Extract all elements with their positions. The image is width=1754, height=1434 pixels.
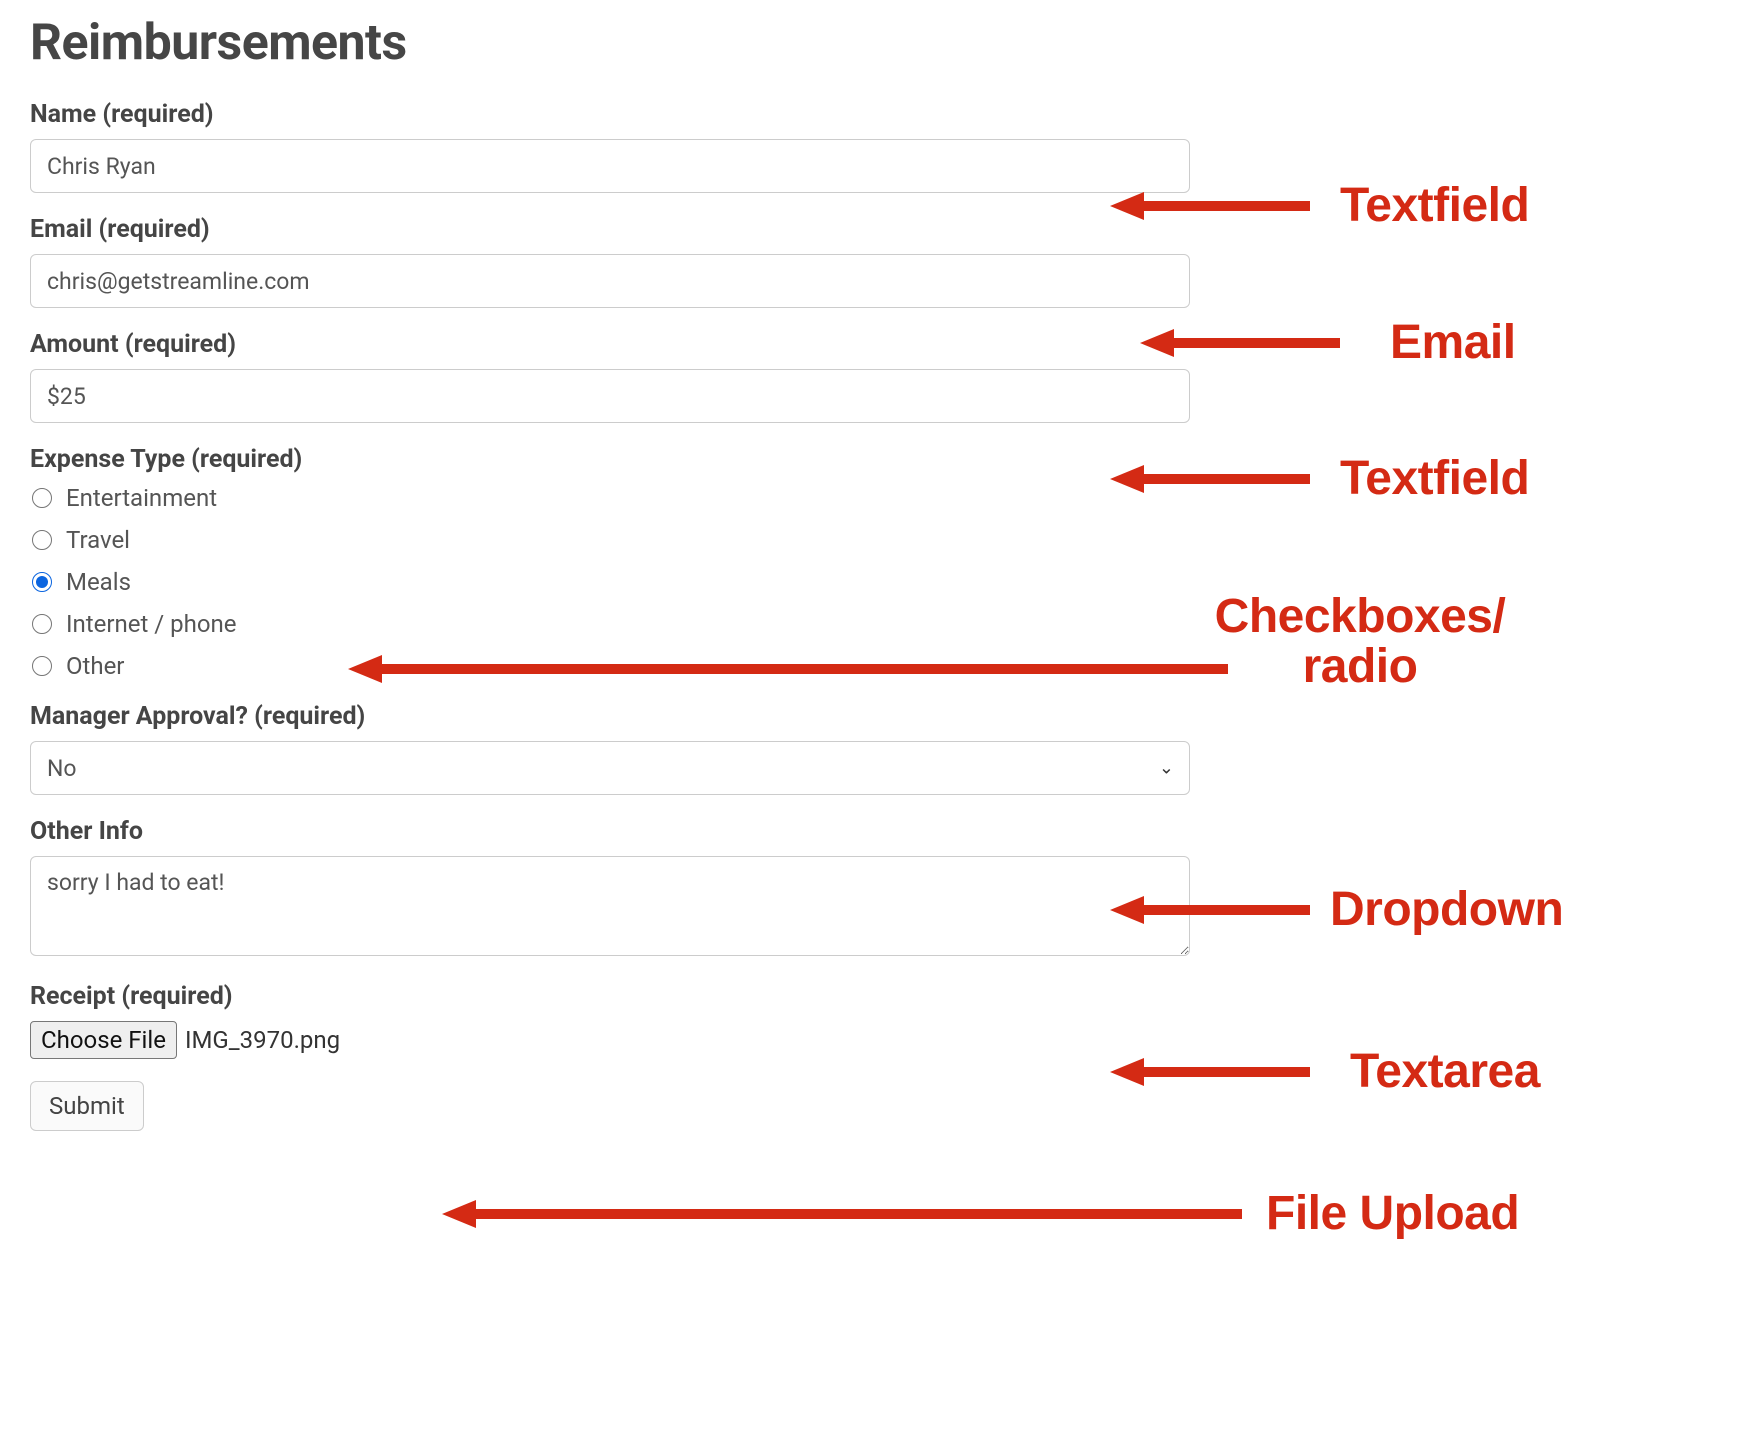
annotation-label: File Upload	[1266, 1190, 1519, 1238]
annotation-label: Textfield	[1340, 455, 1529, 503]
name-input[interactable]	[30, 139, 1190, 193]
other-info-label: Other Info	[30, 817, 1190, 846]
annotation-label-line2: radio	[980, 642, 1740, 692]
annotation-radio-label: Checkboxes/ radio	[980, 592, 1740, 693]
field-submit: Submit	[30, 1081, 1190, 1131]
field-other-info: Other Info	[30, 817, 1190, 960]
radio-option-travel[interactable]: Travel	[32, 526, 1190, 554]
amount-input[interactable]	[30, 369, 1190, 423]
radio-input-travel[interactable]	[32, 530, 52, 550]
field-amount: Amount (required)	[30, 330, 1190, 423]
annotation-label-line1: Checkboxes/	[980, 592, 1740, 642]
receipt-filename: IMG_3970.png	[185, 1026, 340, 1054]
radio-label-meals: Meals	[66, 568, 131, 596]
annotation-label: Textfield	[1340, 182, 1529, 230]
choose-file-button[interactable]: Choose File	[30, 1021, 177, 1059]
radio-label-other: Other	[66, 652, 124, 680]
field-name: Name (required)	[30, 100, 1190, 193]
radio-input-entertainment[interactable]	[32, 488, 52, 508]
page-title: Reimbursements	[30, 14, 1190, 72]
annotation-label: Textarea	[1350, 1048, 1540, 1096]
annotation-label: Email	[1390, 319, 1516, 367]
other-info-textarea[interactable]	[30, 856, 1190, 956]
name-label: Name (required)	[30, 100, 1190, 129]
manager-approval-label: Manager Approval? (required)	[30, 702, 1190, 731]
receipt-label: Receipt (required)	[30, 982, 1190, 1011]
radio-option-entertainment[interactable]: Entertainment	[32, 484, 1190, 512]
submit-button[interactable]: Submit	[30, 1081, 144, 1131]
radio-label-entertainment: Entertainment	[66, 484, 217, 512]
email-input[interactable]	[30, 254, 1190, 308]
field-receipt: Receipt (required) Choose File IMG_3970.…	[30, 982, 1190, 1059]
email-label: Email (required)	[30, 215, 1190, 244]
radio-input-other[interactable]	[32, 656, 52, 676]
radio-input-internet-phone[interactable]	[32, 614, 52, 634]
radio-label-internet-phone: Internet / phone	[66, 610, 237, 638]
amount-label: Amount (required)	[30, 330, 1190, 359]
radio-label-travel: Travel	[66, 526, 130, 554]
expense-type-label: Expense Type (required)	[30, 445, 1190, 474]
radio-input-meals[interactable]	[32, 572, 52, 592]
arrow-left-icon	[442, 1194, 1242, 1234]
field-manager-approval: Manager Approval? (required) No ⌄	[30, 702, 1190, 795]
annotation-fileupload: File Upload	[442, 1190, 1519, 1238]
field-email: Email (required)	[30, 215, 1190, 308]
annotation-label: Dropdown	[1330, 886, 1563, 934]
manager-approval-select[interactable]: No	[30, 741, 1190, 795]
